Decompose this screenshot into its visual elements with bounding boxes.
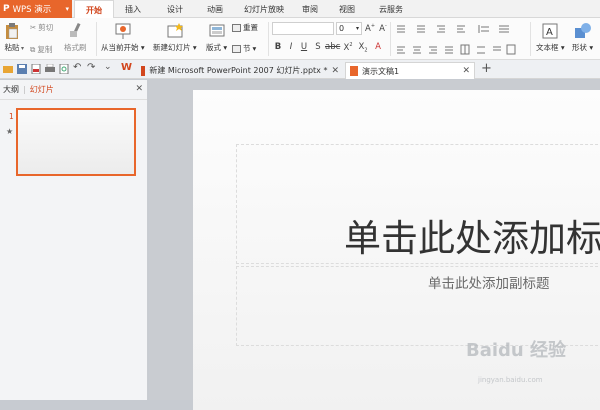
tab-outline[interactable]: 大纲 bbox=[3, 84, 19, 95]
redo-icon[interactable]: ↷ bbox=[87, 62, 95, 73]
slide-number: 1 bbox=[9, 112, 14, 121]
text-box-icon: A bbox=[542, 23, 558, 39]
text-box-label: 文本框 bbox=[536, 43, 559, 52]
watermark-text: Baidu 经验 bbox=[466, 340, 567, 361]
new-tab-icon[interactable]: + bbox=[481, 61, 492, 76]
reset-icon bbox=[232, 23, 241, 32]
layout-icon bbox=[209, 24, 225, 37]
shape-button[interactable]: 形状 ▾ bbox=[572, 22, 593, 53]
tab-view[interactable]: 视图 bbox=[331, 0, 363, 18]
star-icon: ★ bbox=[6, 127, 14, 136]
grow-font-icon[interactable]: A+ bbox=[364, 23, 376, 34]
paste-button[interactable]: 粘贴 bbox=[3, 22, 21, 53]
doc-tab-label: 新建 Microsoft PowerPoint 2007 幻灯片.pptx * bbox=[149, 66, 328, 75]
font-color-icon[interactable]: A bbox=[372, 42, 384, 52]
title-placeholder-text[interactable]: 单击此处添加标 bbox=[344, 208, 600, 262]
print-icon[interactable] bbox=[45, 64, 55, 74]
app-menu-button[interactable]: P WPS 演示 ▾ bbox=[0, 0, 72, 18]
play-from-current-button[interactable]: 从当前开始 ▾ bbox=[101, 22, 145, 53]
cut-button[interactable]: ✂ 剪切 bbox=[30, 22, 53, 33]
ribbon-separator bbox=[96, 22, 97, 56]
copy-icon: ⧉ bbox=[30, 44, 36, 54]
ppt-file-icon bbox=[141, 65, 146, 76]
tab-insert[interactable]: 插入 bbox=[114, 0, 152, 18]
format-painter-label: 格式刷 bbox=[64, 43, 87, 52]
slideshow-play-icon bbox=[115, 23, 131, 39]
close-icon[interactable]: ✕ bbox=[135, 84, 143, 94]
document-tab-bar: ↶ ↷ ⌄ W 新建 Microsoft PowerPoint 2007 幻灯片… bbox=[0, 60, 600, 79]
paste-dropdown-icon[interactable]: ▾ bbox=[21, 45, 24, 52]
wps-home-icon[interactable]: W bbox=[121, 62, 132, 73]
new-slide-button[interactable]: 新建幻灯片 ▾ bbox=[153, 22, 197, 53]
wps-logo-icon: P bbox=[3, 4, 10, 14]
shrink-font-icon[interactable]: A- bbox=[377, 23, 389, 34]
text-box-button[interactable]: A 文本框 ▾ bbox=[536, 22, 565, 53]
close-icon[interactable]: ✕ bbox=[462, 66, 470, 76]
shape-icon bbox=[574, 23, 591, 38]
svg-text:A: A bbox=[546, 27, 553, 38]
chevron-down-icon: ▾ bbox=[65, 5, 69, 13]
open-folder-icon[interactable] bbox=[3, 64, 13, 74]
print-preview-icon[interactable] bbox=[59, 64, 69, 74]
paste-label: 粘贴 bbox=[4, 43, 20, 52]
app-name: WPS 演示 bbox=[12, 5, 52, 15]
format-painter-button[interactable]: 格式刷 bbox=[64, 22, 87, 53]
new-slide-icon bbox=[167, 23, 183, 38]
ribbon-separator bbox=[268, 22, 269, 56]
section-button[interactable]: 节 ▾ bbox=[232, 43, 256, 54]
shape-label: 形状 bbox=[572, 43, 587, 52]
font-size-value: 0 bbox=[339, 24, 345, 33]
reset-button[interactable]: 重置 bbox=[232, 22, 258, 33]
doc-tab-presentation1[interactable]: 演示文稿1 ✕ bbox=[345, 62, 475, 79]
menu-bar: P WPS 演示 ▾ 开始 插入 设计 动画 幻灯片放映 审阅 视图 云服务 bbox=[0, 0, 600, 19]
shadow-icon[interactable]: S bbox=[312, 42, 324, 52]
italic-icon[interactable]: I bbox=[285, 42, 297, 52]
undo-icon[interactable]: ↶ bbox=[73, 62, 81, 73]
watermark-url: jingyan.baidu.com bbox=[478, 376, 543, 384]
tab-slideshow[interactable]: 幻灯片放映 bbox=[236, 0, 292, 18]
superscript-icon[interactable]: X2 bbox=[342, 42, 354, 53]
export-pdf-icon[interactable] bbox=[31, 64, 41, 74]
strikethrough-icon[interactable]: abc bbox=[325, 42, 340, 52]
scissors-icon: ✂ bbox=[30, 23, 37, 32]
layout-label: 版式 bbox=[206, 43, 221, 52]
chevron-down-icon: ▾ bbox=[355, 25, 359, 32]
ppt-file-icon bbox=[350, 66, 358, 76]
font-name-select[interactable] bbox=[272, 22, 334, 35]
slide-thumbnail[interactable] bbox=[16, 108, 136, 176]
subscript-icon[interactable]: X2 bbox=[357, 42, 369, 54]
section-icon bbox=[232, 44, 241, 53]
close-icon[interactable]: ✕ bbox=[331, 66, 339, 76]
tab-design[interactable]: 设计 bbox=[156, 0, 194, 18]
tab-animation[interactable]: 动画 bbox=[196, 0, 234, 18]
tab-slides[interactable]: 幻灯片 bbox=[30, 84, 54, 95]
ribbon-separator bbox=[390, 22, 391, 56]
from-current-label: 从当前开始 bbox=[101, 43, 139, 52]
save-icon[interactable] bbox=[17, 64, 27, 74]
panel-tabs: 大纲 | 幻灯片 ✕ bbox=[0, 80, 147, 100]
layout-button[interactable]: 版式 ▾ bbox=[206, 22, 227, 53]
new-slide-label: 新建幻灯片 bbox=[153, 43, 191, 52]
doc-tab-label: 演示文稿1 bbox=[362, 66, 400, 76]
paste-icon bbox=[6, 23, 18, 39]
slide-navigation-panel: 大纲 | 幻灯片 ✕ 1 ★ bbox=[0, 80, 148, 400]
copy-button[interactable]: ⧉ 复制 bbox=[30, 44, 52, 55]
subtitle-placeholder-text[interactable]: 单击此处添加副标题 bbox=[428, 272, 550, 292]
bold-icon[interactable]: B bbox=[272, 42, 284, 52]
ribbon: 粘贴 ▾ ✂ 剪切 ⧉ 复制 格式刷 从当前开始 ▾ 新建幻灯片 ▾ 版式 ▾ 重置 bbox=[0, 18, 600, 60]
paragraph-tools bbox=[397, 25, 516, 55]
tab-cloud[interactable]: 云服务 bbox=[370, 0, 412, 18]
customize-quick-access-icon[interactable]: ⌄ bbox=[104, 62, 112, 72]
underline-icon[interactable]: U bbox=[298, 42, 310, 52]
font-size-select[interactable]: 0 ▾ bbox=[336, 22, 362, 35]
brush-icon bbox=[70, 22, 81, 37]
tab-home[interactable]: 开始 bbox=[74, 0, 114, 19]
doc-tab-pptx[interactable]: 新建 Microsoft PowerPoint 2007 幻灯片.pptx * … bbox=[137, 62, 343, 79]
ribbon-separator bbox=[530, 22, 531, 56]
tab-review[interactable]: 审阅 bbox=[294, 0, 326, 18]
